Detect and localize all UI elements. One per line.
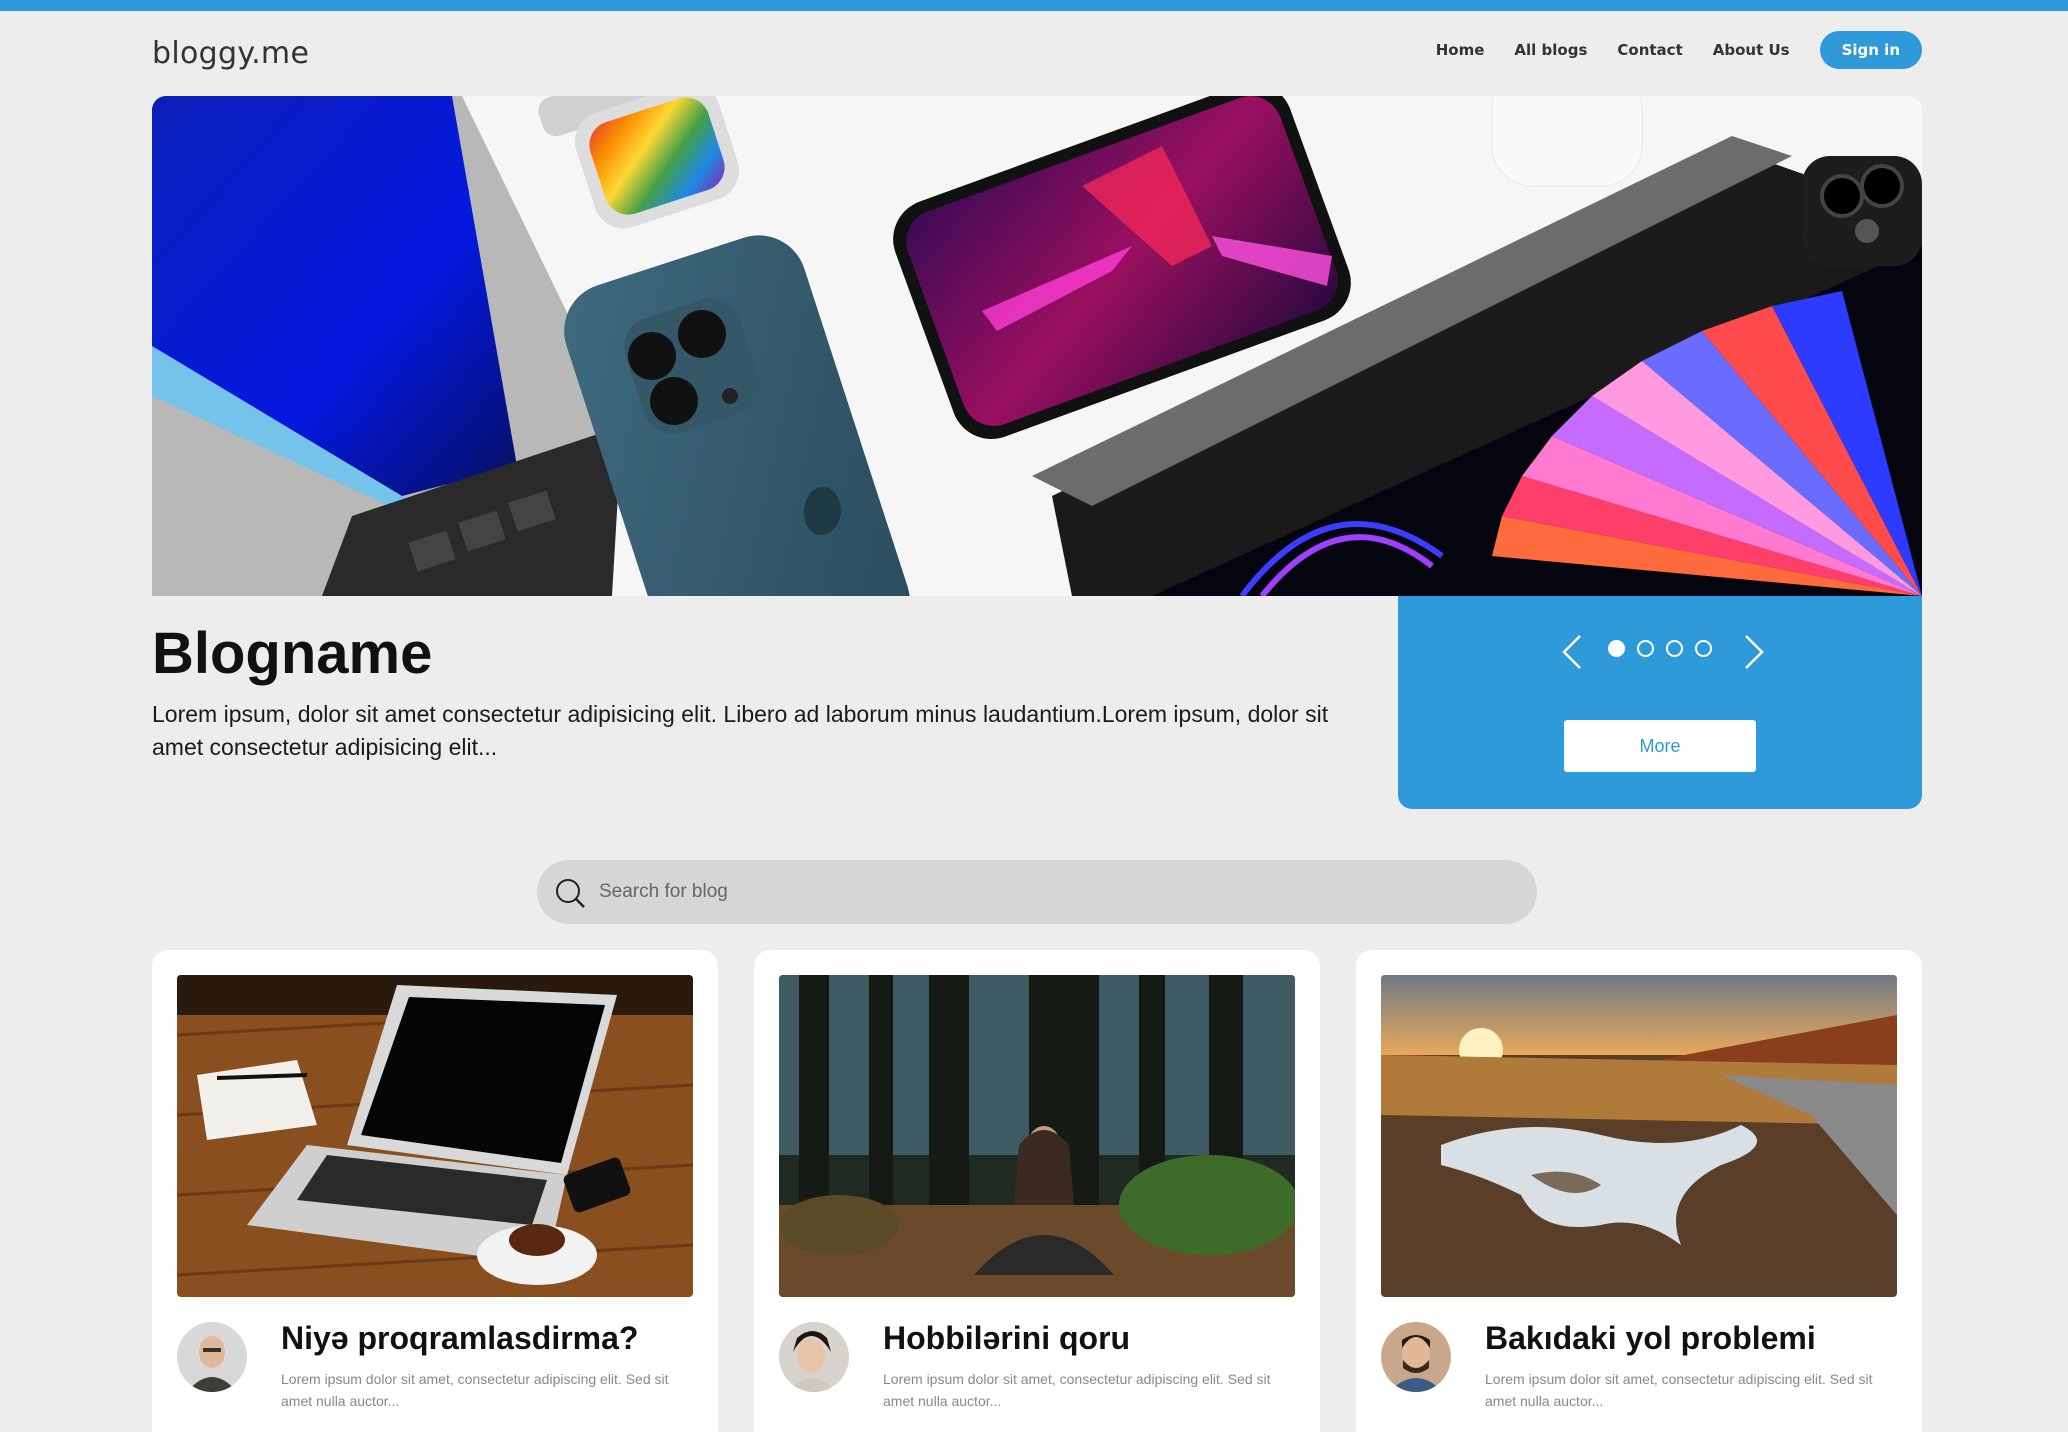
card-title[interactable]: Hobbilərini qoru — [883, 1320, 1130, 1357]
nav-about-us[interactable]: About Us — [1713, 41, 1790, 59]
blog-card[interactable]: Niyə proqramlasdirma? Lorem ipsum dolor … — [152, 950, 718, 1432]
main-nav: Home All blogs Contact About Us Sign in — [1406, 30, 1922, 70]
card-title[interactable]: Bakıdaki yol problemi — [1485, 1320, 1816, 1357]
nav-all-blogs[interactable]: All blogs — [1514, 41, 1587, 59]
search-input[interactable] — [599, 860, 1499, 924]
blog-card[interactable]: Bakıdaki yol problemi Lorem ipsum dolor … — [1356, 950, 1922, 1432]
slider-dot-4[interactable] — [1695, 640, 1712, 657]
card-image-road — [1381, 975, 1897, 1297]
search-icon — [556, 879, 585, 908]
hero-slider-panel: More — [1398, 596, 1922, 809]
slider-dots — [1608, 640, 1712, 657]
hero-description: Lorem ipsum, dolor sit amet consectetur … — [152, 701, 1329, 760]
card-description: Lorem ipsum dolor sit amet, consectetur … — [883, 1371, 1271, 1409]
slider-dot-2[interactable] — [1637, 640, 1654, 657]
card-description: Lorem ipsum dolor sit amet, consectetur … — [1485, 1371, 1873, 1409]
chevron-left-icon[interactable] — [1558, 632, 1588, 672]
card-image-laptop — [177, 975, 693, 1297]
slider-dot-1[interactable] — [1608, 640, 1625, 657]
card-title[interactable]: Niyə proqramlasdirma? — [281, 1320, 638, 1357]
slider-dot-3[interactable] — [1666, 640, 1683, 657]
card-description: Lorem ipsum dolor sit amet, consectetur … — [281, 1371, 669, 1409]
nav-contact[interactable]: Contact — [1617, 41, 1682, 59]
blog-card[interactable]: Hobbilərini qoru Lorem ipsum dolor sit a… — [754, 950, 1320, 1432]
nav-home[interactable]: Home — [1436, 41, 1485, 59]
hero-title: Blogname — [152, 621, 433, 686]
site-header: bloggy.me Home All blogs Contact About U… — [152, 30, 1922, 86]
author-avatar[interactable] — [779, 1322, 849, 1392]
sign-in-button[interactable]: Sign in — [1819, 31, 1922, 69]
chevron-right-icon[interactable] — [1738, 632, 1768, 672]
top-accent-bar — [0, 0, 2068, 11]
search-bar — [537, 860, 1537, 924]
card-image-forest — [779, 975, 1295, 1297]
hero-image — [152, 96, 1922, 596]
author-avatar[interactable] — [1381, 1322, 1451, 1392]
author-avatar[interactable] — [177, 1322, 247, 1392]
site-logo[interactable]: bloggy.me — [152, 36, 309, 71]
more-button[interactable]: More — [1564, 720, 1756, 772]
